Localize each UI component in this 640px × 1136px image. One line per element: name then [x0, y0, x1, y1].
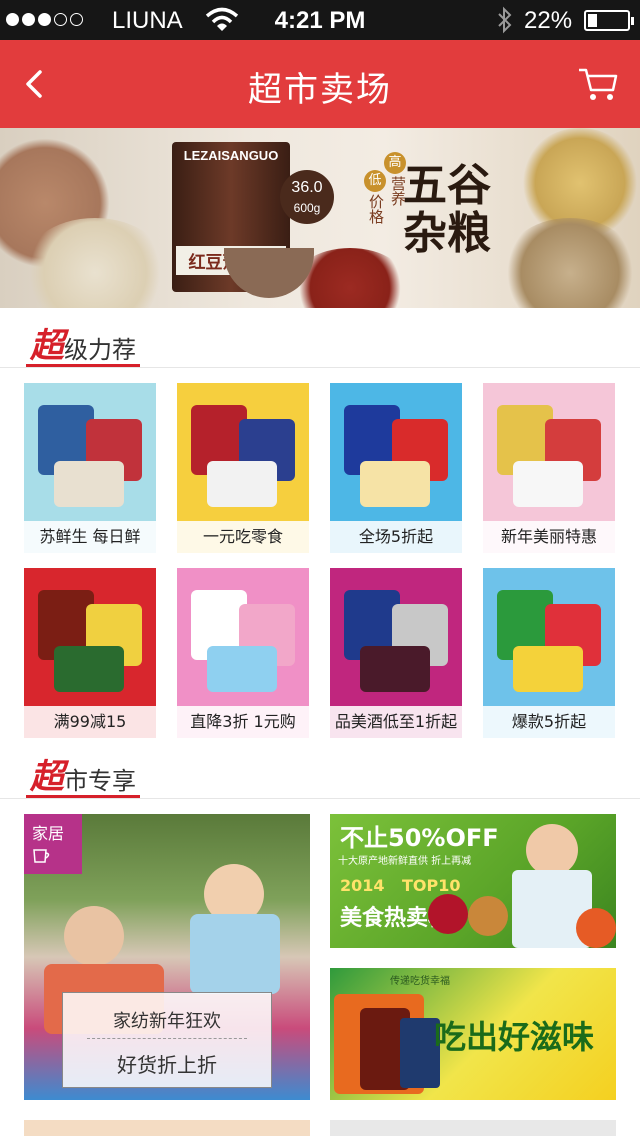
person-decoration — [64, 906, 124, 966]
product-image-decoration — [54, 646, 124, 692]
seal-low: 低 — [364, 170, 386, 192]
promo-tile[interactable]: 新年美丽特惠 — [483, 383, 615, 553]
clothing-decoration — [190, 914, 280, 994]
section-underline — [26, 795, 140, 798]
food-top-rank: TOP10 — [402, 876, 461, 895]
person-decoration — [526, 824, 578, 876]
promo-tile[interactable]: 品美酒低至1折起 — [330, 568, 462, 738]
promo-tile-label: 爆款5折起 — [483, 706, 615, 738]
section-first-char: 超 — [30, 757, 64, 797]
food-bottom-tag: 传递吃货幸福 — [390, 976, 450, 987]
product-brand: LEZAISANGUO — [183, 148, 279, 163]
promo-tile[interactable]: 全场5折起 — [330, 383, 462, 553]
banner-headline: 五谷杂粮 — [403, 160, 491, 259]
food-top-year: 2014 — [340, 876, 385, 895]
home-tag-label: 家居 — [32, 824, 65, 843]
food-ranking-promo[interactable]: 不止50%OFF 十大原产地新鲜直供 折上再减 2014 TOP10 美食热卖榜 — [330, 814, 616, 948]
section-title: 市专享 — [64, 767, 136, 795]
section-underline — [26, 364, 140, 367]
section-first-char: 超 — [30, 326, 64, 366]
promo-tile-label: 直降3折 1元购 — [177, 706, 309, 738]
promo-tile[interactable]: 满99减15 — [24, 568, 156, 738]
promo-banner[interactable]: LEZAISANGUO 红豆薏仁粉 36.0 600g 高 营养 低 价格 五谷… — [0, 128, 640, 308]
home-category-tag: 家居 — [24, 814, 82, 874]
promo-tile-label: 一元吃零食 — [177, 521, 309, 553]
section-header-exclusive: 超 市专享 — [0, 739, 640, 799]
orange-decoration — [576, 908, 616, 948]
status-bar: LIUNA 4:21 PM 22% — [0, 0, 640, 40]
home-promo-line2: 好货折上折 — [117, 1053, 217, 1077]
food-taste-promo[interactable]: 传递吃货幸福 吃出好滋味 — [330, 968, 616, 1100]
product-image-decoration — [513, 646, 583, 692]
food-top-title: 不止50%OFF — [340, 824, 499, 852]
snack-decoration — [468, 896, 508, 936]
promo-tile-label: 满99减15 — [24, 706, 156, 738]
weight-value: 36.0 — [291, 179, 323, 196]
cup-icon — [33, 849, 50, 863]
food-bottom-title: 吃出好滋味 — [434, 1018, 595, 1056]
food-top-sub: 十大原产地新鲜直供 折上再减 — [338, 856, 472, 867]
battery-icon — [584, 10, 634, 31]
next-promo-partial[interactable] — [24, 1120, 310, 1136]
weight-badge: 36.0 600g — [280, 170, 334, 224]
product-image-decoration — [513, 461, 583, 507]
promo-tile[interactable]: 一元吃零食 — [177, 383, 309, 553]
home-promo-line1: 家纺新年狂欢 — [113, 1011, 221, 1032]
promo-tile[interactable]: 爆款5折起 — [483, 568, 615, 738]
section-header-recommend: 超 级力荐 — [0, 308, 640, 368]
cart-icon[interactable] — [576, 62, 620, 106]
promo-tile[interactable]: 苏鲜生 每日鲜 — [24, 383, 156, 553]
grain-pile-decoration — [500, 218, 640, 308]
tag-price: 价格 — [367, 194, 385, 224]
promo-tile-label: 新年美丽特惠 — [483, 521, 615, 553]
next-promo-partial[interactable] — [330, 1120, 616, 1136]
product-image-decoration — [207, 461, 277, 507]
bluetooth-icon — [498, 6, 512, 34]
battery-percent: 22% — [524, 7, 573, 34]
promo-tile-label: 全场5折起 — [330, 521, 462, 553]
product-image-decoration — [207, 646, 277, 692]
promo-tile[interactable]: 直降3折 1元购 — [177, 568, 309, 738]
weight-unit: 600g — [293, 201, 321, 215]
product-image-decoration — [54, 461, 124, 507]
page-title: 超市卖场 — [248, 70, 392, 110]
home-textile-promo[interactable]: 家居 家纺新年狂欢 好货折上折 — [24, 814, 310, 1100]
cherries-decoration — [428, 894, 468, 934]
home-promo-box: 家纺新年狂欢 好货折上折 — [62, 992, 272, 1088]
section-title: 级力荐 — [64, 336, 136, 364]
nav-bar: 超市卖场 — [0, 40, 640, 128]
promo-tile-label: 品美酒低至1折起 — [330, 706, 462, 738]
promo-tile-label: 苏鲜生 每日鲜 — [24, 521, 156, 553]
product-image-decoration — [360, 461, 430, 507]
product-image-decoration — [360, 646, 430, 692]
